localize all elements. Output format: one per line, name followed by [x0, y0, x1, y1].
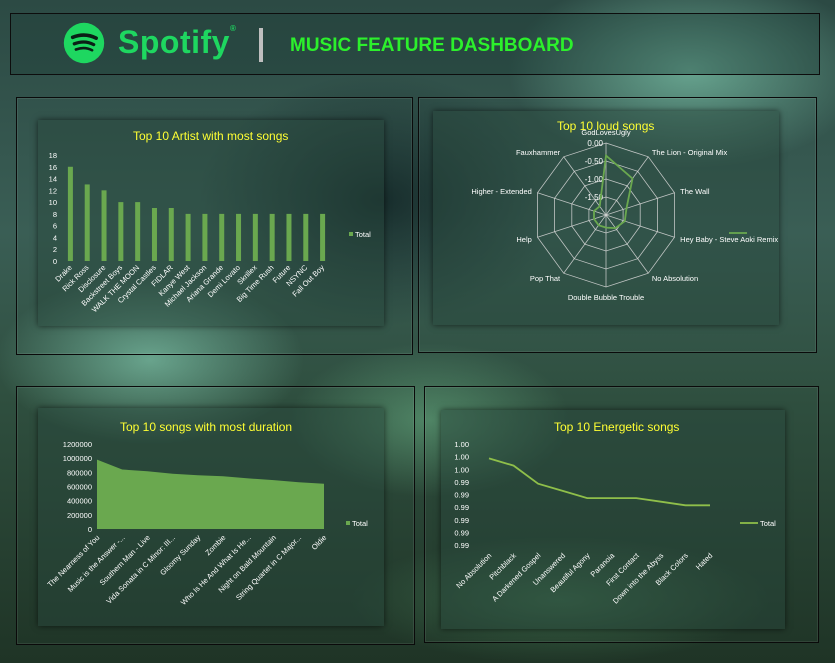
brand-name: Spotify® [118, 24, 237, 60]
panel-duration [38, 408, 384, 626]
panel-loud [433, 111, 779, 325]
panel-artists [38, 120, 384, 326]
chart-title-artists: Top 10 Artist with most songs [133, 129, 289, 143]
spotify-logo-icon [63, 22, 105, 64]
chart-title-energetic: Top 10 Energetic songs [554, 420, 680, 434]
chart-title-loud: Top 10 loud songs [557, 119, 655, 133]
dashboard-title: MUSIC FEATURE DASHBOARD [290, 35, 574, 56]
chart-title-duration: Top 10 songs with most duration [120, 420, 293, 434]
header-divider [259, 28, 263, 62]
panel-energetic [441, 410, 785, 629]
